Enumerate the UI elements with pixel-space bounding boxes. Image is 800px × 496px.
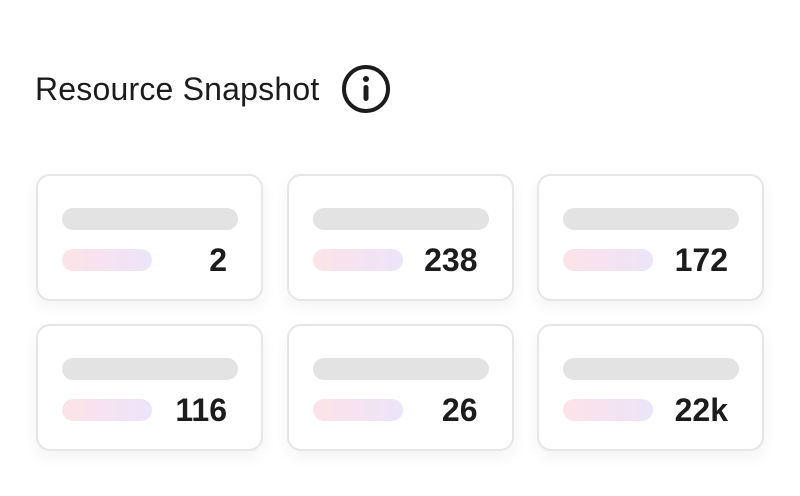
skeleton-label-placeholder bbox=[563, 249, 653, 271]
stat-value: 26 bbox=[441, 392, 478, 428]
skeleton-title-placeholder bbox=[563, 358, 739, 380]
stat-card[interactable]: 26 bbox=[286, 324, 514, 451]
skeleton-label-placeholder bbox=[563, 399, 653, 421]
skeleton-label-placeholder bbox=[62, 399, 152, 421]
info-icon[interactable] bbox=[341, 64, 391, 114]
panel-header: Resource Snapshot bbox=[35, 62, 391, 116]
skeleton-label-placeholder bbox=[312, 249, 403, 271]
stats-grid: 2 238 172 116 26 22k bbox=[36, 174, 764, 451]
stat-value: 172 bbox=[674, 242, 728, 278]
resource-snapshot-panel: Resource Snapshot 2 238 172 116 26 22k bbox=[0, 0, 800, 496]
skeleton-title-placeholder bbox=[312, 208, 489, 230]
stat-card[interactable]: 172 bbox=[537, 174, 764, 301]
panel-title: Resource Snapshot bbox=[35, 70, 320, 107]
stat-value: 238 bbox=[424, 242, 478, 278]
skeleton-label-placeholder bbox=[312, 399, 403, 421]
stat-card[interactable]: 116 bbox=[36, 324, 263, 451]
stat-value: 116 bbox=[175, 392, 227, 428]
skeleton-title-placeholder bbox=[62, 358, 238, 380]
stat-card[interactable]: 238 bbox=[286, 174, 514, 301]
stat-card[interactable]: 2 bbox=[36, 174, 263, 301]
stat-card[interactable]: 22k bbox=[537, 324, 764, 451]
stat-value: 22k bbox=[674, 392, 728, 428]
skeleton-title-placeholder bbox=[563, 208, 739, 230]
skeleton-title-placeholder bbox=[62, 208, 238, 230]
stat-value: 2 bbox=[209, 242, 227, 278]
skeleton-label-placeholder bbox=[62, 249, 152, 271]
skeleton-title-placeholder bbox=[312, 358, 489, 380]
